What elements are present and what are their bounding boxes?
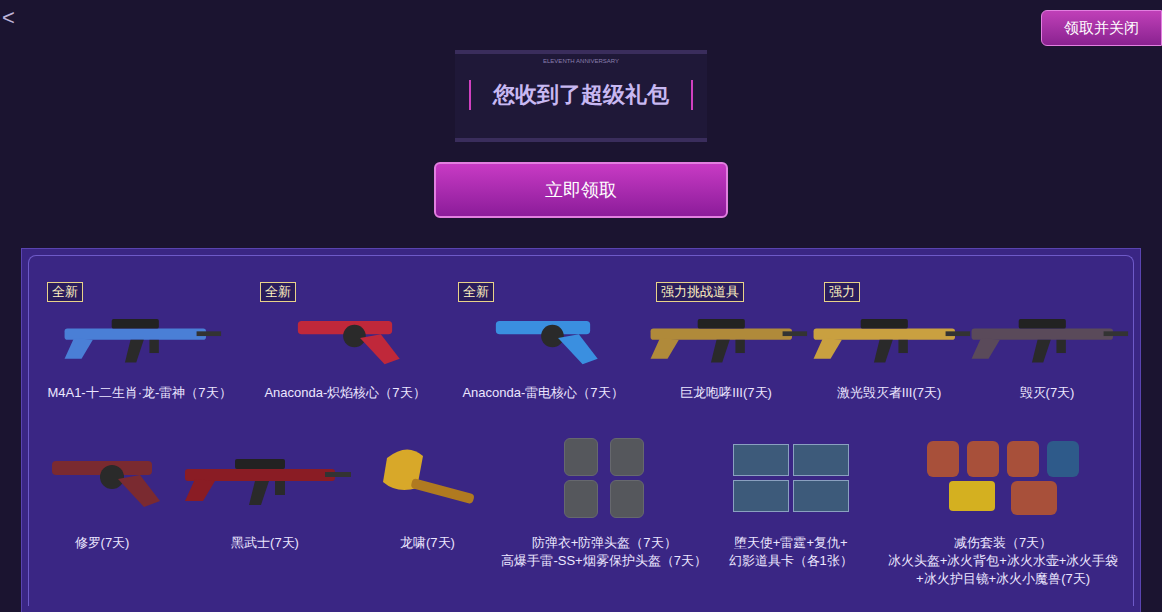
item-badge: 全新 xyxy=(458,282,494,302)
reward-item: 龙啸(7天) xyxy=(363,414,492,552)
reward-item: 防弹衣+防弹头盔（7天）高爆手雷-SS+烟雾保护头盔（7天） xyxy=(500,414,708,570)
reward-panel: 全新M4A1-十二生肖·龙-雷神（7天）全新Anaconda-炽焰核心（7天）全… xyxy=(21,248,1141,612)
reward-item: 全新 Anaconda-炽焰核心（7天） xyxy=(250,282,440,402)
reward-item: 堕天使+雷霆+复仇+幻影道具卡（各1张） xyxy=(716,414,865,570)
item-label: Anaconda-炽焰核心（7天） xyxy=(264,384,425,402)
armor-set-image xyxy=(564,438,644,518)
item-label: 毁灭(7天) xyxy=(1020,384,1075,402)
reward-item: 强力激光毁灭者III(7天) xyxy=(814,282,964,402)
banner: ELEVENTH ANNIVERSARY您收到了超级礼包 xyxy=(455,50,707,142)
item-label: 黑武士(7天) xyxy=(231,534,299,552)
reward-item: 全新 Anaconda-雷电核心（7天） xyxy=(448,282,638,402)
top-area: < ELEVENTH ANNIVERSARY您收到了超级礼包立即领取 领取并关闭 xyxy=(0,0,1162,248)
item-label: 龙啸(7天) xyxy=(400,534,455,552)
reward-item: 黑武士(7天) xyxy=(175,414,355,552)
weapon-image xyxy=(175,436,355,520)
suit-image xyxy=(927,441,1079,515)
pistol-image xyxy=(275,304,415,370)
item-label: M4A1-十二生肖·龙-雷神（7天） xyxy=(47,384,231,402)
claim-button[interactable]: 立即领取 xyxy=(434,162,728,218)
cards-image xyxy=(733,444,849,512)
weapon-image xyxy=(957,304,1137,370)
pistol-image xyxy=(32,436,172,520)
item-label: 修罗(7天) xyxy=(75,534,130,552)
item-badge: 强力挑战道具 xyxy=(656,282,744,302)
banner-title: 您收到了超级礼包 xyxy=(469,80,693,110)
item-label: 堕天使+雷霆+复仇+幻影道具卡（各1张） xyxy=(729,534,853,570)
item-label: 减伤套装（7天）冰火头盔+冰火背包+冰火水壶+冰火手袋+冰火护目镜+冰火小魔兽(… xyxy=(888,534,1119,588)
item-label: Anaconda-雷电核心（7天） xyxy=(462,384,623,402)
reward-item: 修罗(7天) xyxy=(37,414,167,552)
item-badge: 强力 xyxy=(824,282,860,302)
gift-screen: < ELEVENTH ANNIVERSARY您收到了超级礼包立即领取 领取并关闭全新… xyxy=(0,0,1162,612)
weapon-image xyxy=(799,304,979,370)
weapon-image xyxy=(50,304,230,370)
item-badge: 全新 xyxy=(47,282,83,302)
reward-row: 修罗(7天) 黑武士(7天) 龙啸(7天) 防弹衣+防弹头盔（7天）高爆手雷-SS+烟… xyxy=(37,414,1133,588)
reward-item: 减伤套装（7天）冰火头盔+冰火背包+冰火水壶+冰火手袋+冰火护目镜+冰火小魔兽(… xyxy=(873,414,1133,588)
axe-image xyxy=(367,436,487,520)
back-button[interactable]: < xyxy=(2,5,15,30)
item-badge: 全新 xyxy=(260,282,296,302)
reward-item: 强力挑战道具巨龙咆哮III(7天) xyxy=(646,282,806,402)
item-label: 巨龙咆哮III(7天) xyxy=(680,384,772,402)
item-label: 防弹衣+防弹头盔（7天）高爆手雷-SS+烟雾保护头盔（7天） xyxy=(501,534,707,570)
pistol-image xyxy=(473,304,613,370)
item-label: 激光毁灭者III(7天) xyxy=(837,384,942,402)
weapon-image xyxy=(636,304,816,370)
reward-item: 全新 M4A1-十二生肖·龙-雷神（7天） xyxy=(37,282,242,402)
reward-row: 全新M4A1-十二生肖·龙-雷神（7天）全新Anaconda-炽焰核心（7天）全… xyxy=(37,282,1133,402)
reward-item: 毁灭(7天) xyxy=(972,282,1122,402)
claim-and-close-button[interactable]: 领取并关闭 xyxy=(1041,10,1162,46)
